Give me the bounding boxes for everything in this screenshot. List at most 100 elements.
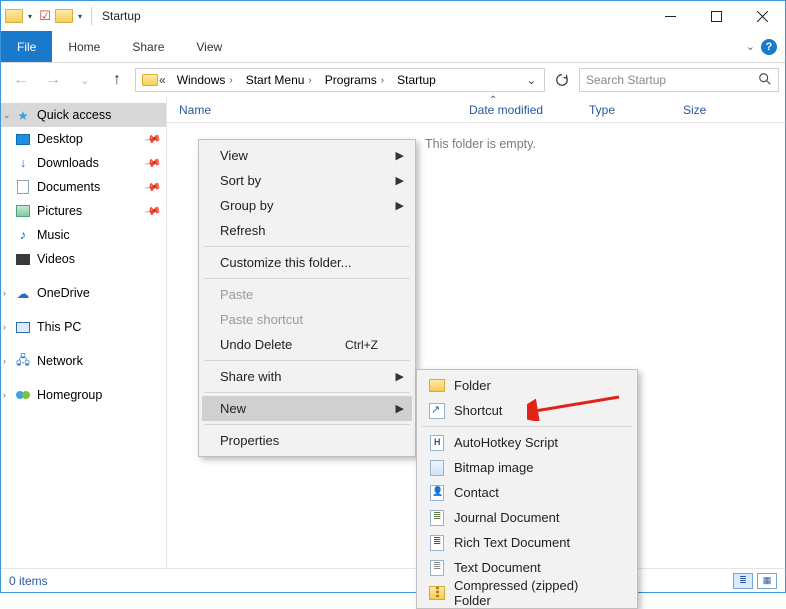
pictures-icon [16, 205, 30, 217]
nav-music[interactable]: ♪Music [1, 223, 166, 247]
column-type[interactable]: Type [577, 97, 671, 122]
contact-file-icon [430, 485, 444, 501]
text-file-icon [430, 560, 444, 576]
homegroup-icon [15, 387, 31, 403]
bitmap-file-icon [430, 460, 444, 476]
forward-button[interactable]: → [39, 66, 67, 94]
chevron-right-icon[interactable]: › [3, 288, 6, 298]
tab-file[interactable]: File [1, 31, 52, 62]
tab-home[interactable]: Home [52, 31, 116, 62]
new-contact[interactable]: Contact [420, 480, 634, 505]
ctx-new[interactable]: New▶ [202, 396, 412, 421]
network-icon: 🖧 [15, 353, 31, 369]
maximize-button[interactable] [693, 1, 739, 31]
star-icon: ★ [15, 107, 31, 123]
music-icon: ♪ [15, 227, 31, 243]
video-icon [16, 254, 30, 265]
context-submenu-new: Folder Shortcut AutoHotkey Script Bitmap… [416, 369, 638, 609]
minimize-button[interactable] [647, 1, 693, 31]
refresh-button[interactable] [549, 68, 575, 92]
nav-videos[interactable]: Videos [1, 247, 166, 271]
ribbon-collapse-icon[interactable]: ⌄ [746, 40, 755, 53]
submenu-arrow-icon: ▶ [396, 149, 404, 162]
context-menu: View▶ Sort by▶ Group by▶ Refresh Customi… [198, 139, 416, 457]
nav-pictures[interactable]: Pictures📌 [1, 199, 166, 223]
breadcrumb-root-icon[interactable]: « [138, 69, 170, 91]
nav-quick-access[interactable]: ⌄ ★ Quick access [1, 103, 166, 127]
submenu-arrow-icon: ▶ [396, 174, 404, 187]
ctx-groupby[interactable]: Group by▶ [202, 193, 412, 218]
up-button[interactable]: ↑ [103, 66, 131, 94]
ctx-refresh[interactable]: Refresh [202, 218, 412, 243]
ahk-file-icon [430, 435, 444, 451]
explorer-window: ▾ ☑ ▾ Startup File Home Share View ⌄ ? [0, 0, 786, 593]
address-toolbar: ← → ⌄ ↑ « Windows› Start Menu› Programs›… [1, 63, 785, 97]
document-icon [17, 180, 29, 194]
ctx-sep [204, 246, 410, 247]
new-rtf[interactable]: Rich Text Document [420, 530, 634, 555]
submenu-arrow-icon: ▶ [396, 199, 404, 212]
tab-view[interactable]: View [180, 31, 238, 62]
column-size[interactable]: Size [671, 97, 785, 122]
folder-icon [429, 379, 445, 392]
nav-downloads[interactable]: ↓Downloads📌 [1, 151, 166, 175]
search-box[interactable]: Search Startup [579, 68, 779, 92]
address-dropdown-icon[interactable]: ⌄ [521, 74, 542, 87]
column-name[interactable]: Name [167, 97, 457, 122]
ctx-paste-shortcut: Paste shortcut [202, 307, 412, 332]
submenu-arrow-icon: ▶ [396, 370, 404, 383]
new-journal[interactable]: Journal Document [420, 505, 634, 530]
breadcrumb-programs[interactable]: Programs› [319, 69, 390, 91]
ctx-view[interactable]: View▶ [202, 143, 412, 168]
nav-documents[interactable]: Documents📌 [1, 175, 166, 199]
pin-icon: 📌 [144, 178, 163, 197]
rtf-file-icon [430, 535, 444, 551]
qat-caret-icon[interactable]: ▾ [25, 12, 35, 21]
pin-icon: 📌 [144, 154, 163, 173]
breadcrumb-windows[interactable]: Windows› [171, 69, 239, 91]
new-folder-icon[interactable] [55, 9, 73, 23]
qat-overflow-icon[interactable]: ▾ [75, 12, 85, 21]
new-folder[interactable]: Folder [420, 373, 634, 398]
nav-this-pc[interactable]: ›This PC [1, 315, 166, 339]
ctx-sortby[interactable]: Sort by▶ [202, 168, 412, 193]
status-bar: 0 items ≣ ▦ [1, 568, 785, 592]
nav-onedrive[interactable]: ›☁OneDrive [1, 281, 166, 305]
view-details-button[interactable]: ≣ [733, 573, 753, 589]
nav-desktop[interactable]: Desktop📌 [1, 127, 166, 151]
ctx-sep [204, 424, 410, 425]
tab-share[interactable]: Share [116, 31, 180, 62]
ctx-properties[interactable]: Properties [202, 428, 412, 453]
close-button[interactable] [739, 1, 785, 31]
nav-homegroup[interactable]: ›Homegroup [1, 383, 166, 407]
window-controls [647, 1, 785, 31]
recent-locations-button[interactable]: ⌄ [71, 66, 99, 94]
help-icon[interactable]: ? [761, 39, 777, 55]
nav-network[interactable]: ›🖧Network [1, 349, 166, 373]
ctx-share-with[interactable]: Share with▶ [202, 364, 412, 389]
view-icons-button[interactable]: ▦ [757, 573, 777, 589]
chevron-right-icon[interactable]: › [3, 322, 6, 332]
breadcrumb-startmenu[interactable]: Start Menu› [240, 69, 318, 91]
back-button[interactable]: ← [7, 66, 35, 94]
chevron-right-icon[interactable]: › [3, 390, 6, 400]
breadcrumb-bar[interactable]: « Windows› Start Menu› Programs› Startup… [135, 68, 545, 92]
new-txt[interactable]: Text Document [420, 555, 634, 580]
breadcrumb-startup[interactable]: Startup [391, 69, 442, 91]
ctx-sep [422, 426, 632, 427]
properties-check-icon[interactable]: ☑ [37, 8, 53, 24]
ctx-customize[interactable]: Customize this folder... [202, 250, 412, 275]
new-shortcut[interactable]: Shortcut [420, 398, 634, 423]
ctx-undo-delete[interactable]: Undo DeleteCtrl+Z [202, 332, 412, 357]
new-bitmap[interactable]: Bitmap image [420, 455, 634, 480]
titlebar: ▾ ☑ ▾ Startup [1, 1, 785, 31]
new-ahk[interactable]: AutoHotkey Script [420, 430, 634, 455]
nav-label: Quick access [37, 108, 111, 122]
chevron-right-icon[interactable]: › [3, 356, 6, 366]
titlebar-separator [91, 7, 92, 25]
column-date[interactable]: Date modified [457, 97, 577, 122]
item-count: 0 items [9, 574, 48, 588]
desktop-icon [16, 134, 30, 145]
navigation-pane: ⌄ ★ Quick access Desktop📌 ↓Downloads📌 Do… [1, 97, 167, 568]
chevron-down-icon[interactable]: ⌄ [3, 110, 11, 121]
